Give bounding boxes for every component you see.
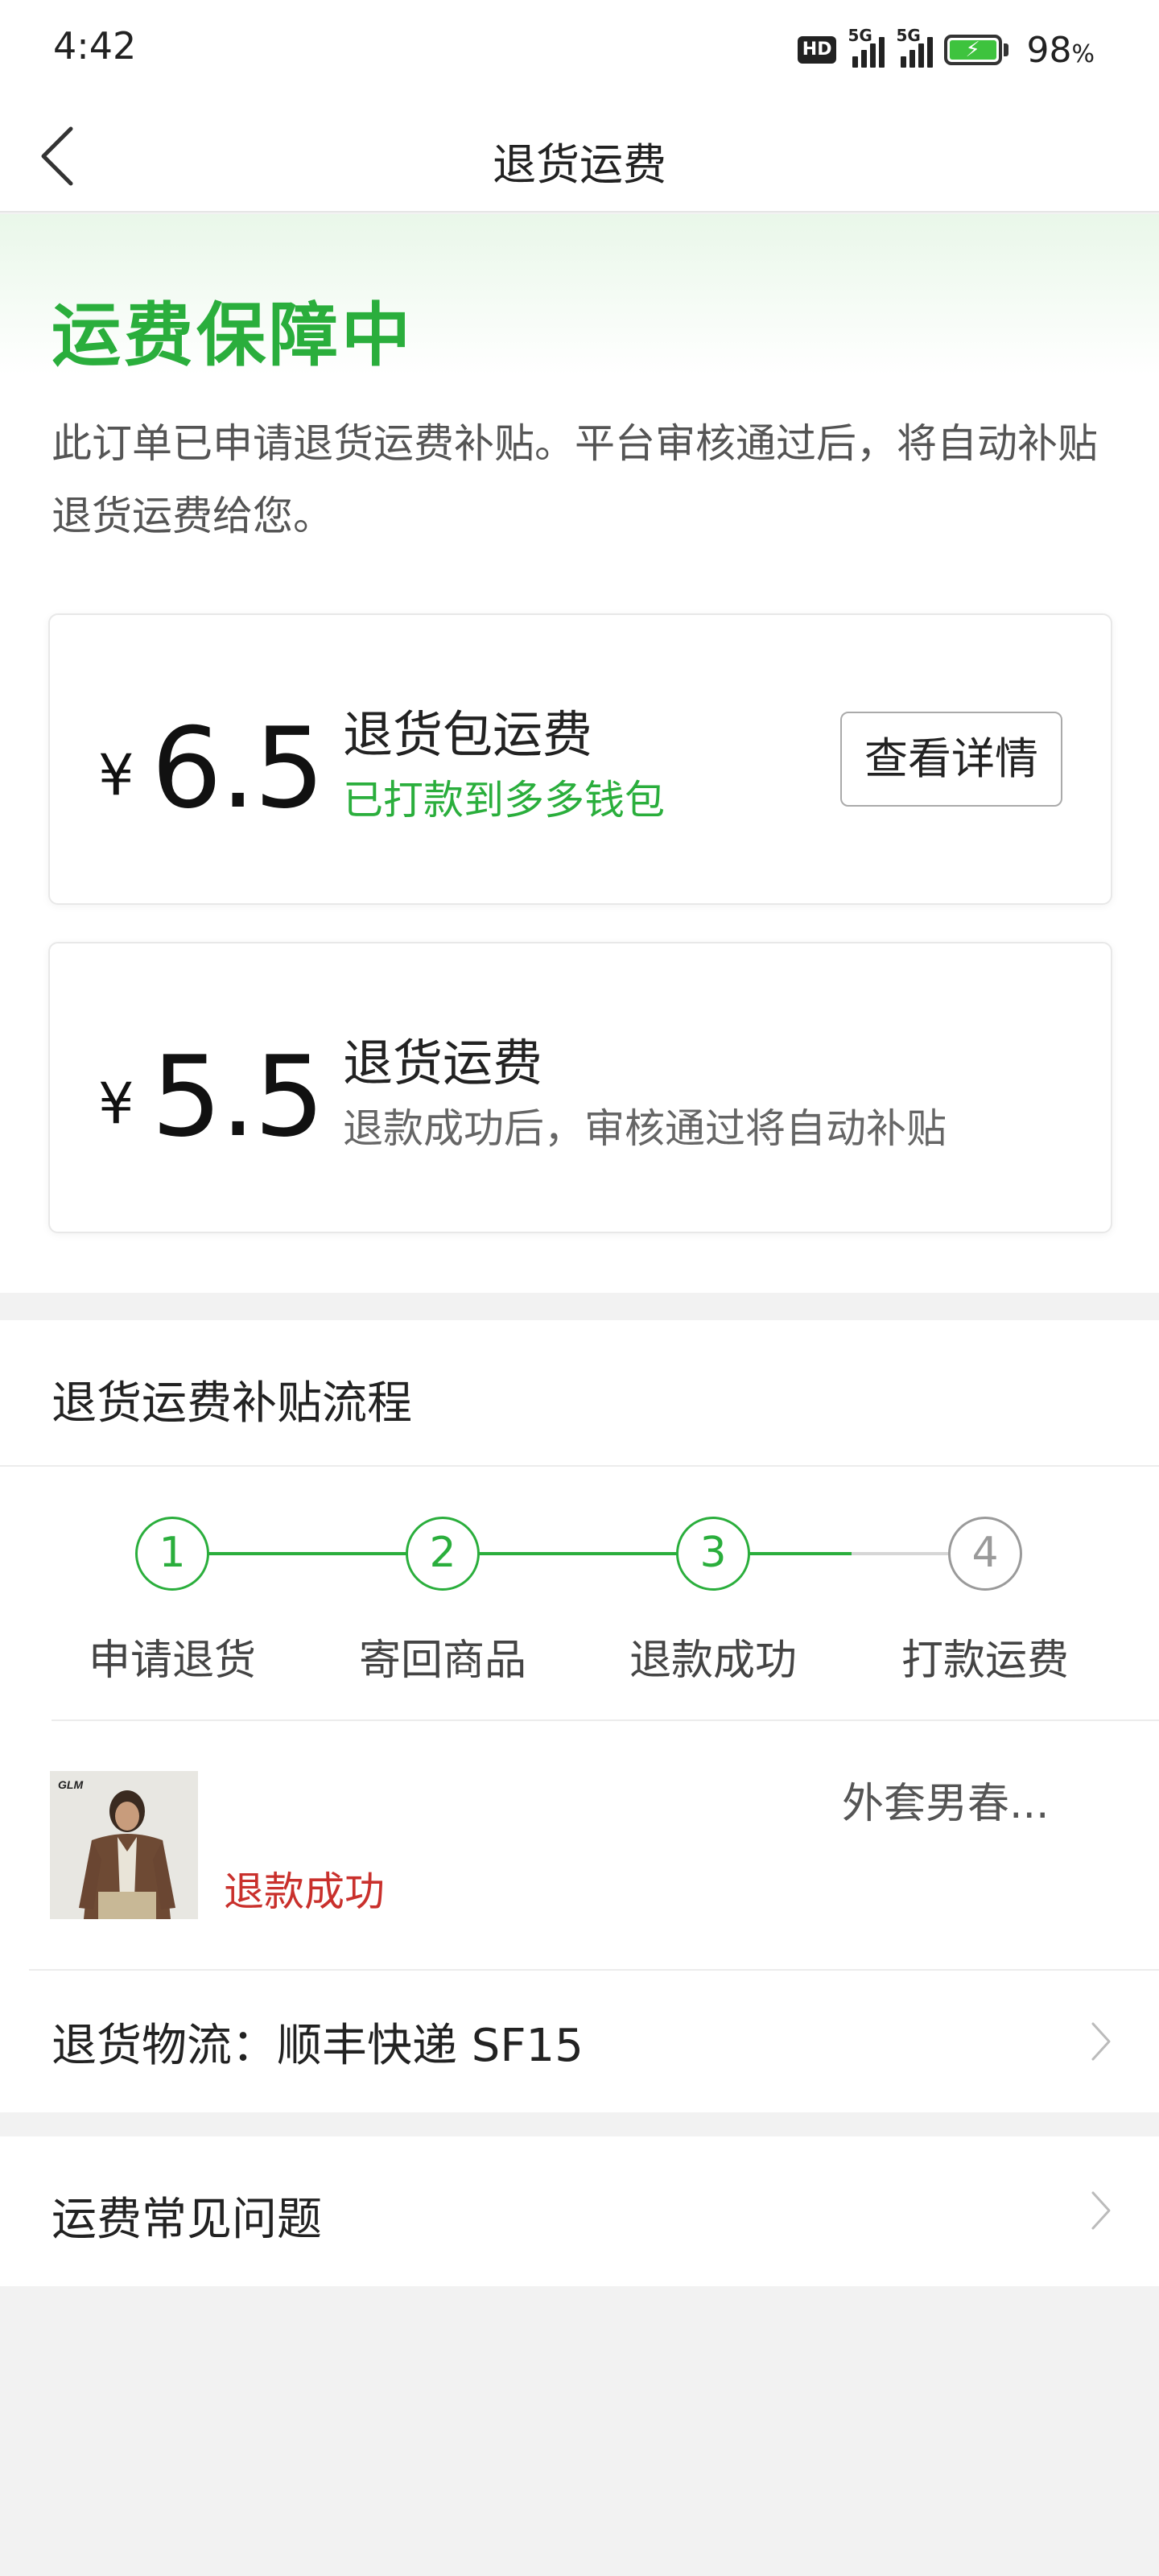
subsidy-process-section: 退货运费补贴流程 1 2 3 4 申请退货 寄回商品 退款成功 打款运费 GLM [0, 1320, 1159, 2112]
step-2-label: 寄回商品 [358, 1637, 526, 1685]
fee-status: 退款成功后，审核通过将自动补贴 [343, 1105, 947, 1152]
fee-amount: 6.5 [151, 704, 324, 833]
chevron-right-icon [1091, 2022, 1111, 2061]
guarantee-title: 运费保障中 [52, 295, 414, 376]
step-1-label: 申请退货 [88, 1637, 256, 1685]
product-image-brand-text: GLM [58, 1778, 83, 1791]
fee-title: 退货包运费 [343, 705, 593, 764]
status-time: 4:42 [53, 24, 137, 68]
signal-icon: 5G [848, 26, 885, 68]
nav-bar: 退货运费 [0, 100, 1159, 213]
product-image[interactable]: GLM [50, 1771, 198, 1919]
hd-badge: HD [797, 36, 837, 64]
battery-level: 98% [1026, 29, 1095, 71]
step-1-circle: 1 [135, 1517, 209, 1591]
network-type-label: 5G [848, 26, 872, 45]
step-3-label: 退款成功 [629, 1637, 797, 1685]
step-2-circle: 2 [406, 1517, 480, 1591]
divider [0, 1465, 1159, 1467]
currency-symbol: ¥ [98, 742, 134, 808]
battery-icon: ⚡ [944, 35, 1009, 65]
step-3-circle: 3 [676, 1517, 750, 1591]
status-indicators: HD 5G 5G ⚡ 98% [797, 26, 1095, 71]
network-type-label: 5G [896, 26, 921, 45]
signal-icon: 5G [896, 26, 934, 68]
refund-status: 退款成功 [224, 1868, 385, 1915]
guarantee-description: 此订单已申请退货运费补贴。平台审核通过后，将自动补贴退货运费给您。 [52, 420, 1098, 539]
process-title: 退货运费补贴流程 [52, 1377, 412, 1430]
process-steps: 1 2 3 4 申请退货 寄回商品 退款成功 打款运费 [0, 1513, 1159, 1685]
return-logistics-text: 退货物流：顺丰快递 SF15 [52, 2020, 584, 2072]
view-details-button[interactable]: 查看详情 [840, 712, 1062, 807]
step-4-label: 打款运费 [901, 1637, 1069, 1685]
page: 4:42 HD 5G 5G ⚡ 98% 退货运费 运费保障中 此订单已申请退货运… [0, 0, 1159, 2576]
step-4-circle: 4 [948, 1517, 1022, 1591]
fee-amount: 5.5 [151, 1032, 324, 1162]
divider [52, 1719, 1159, 1721]
currency-symbol: ¥ [98, 1071, 134, 1137]
return-shipping-fee-card: ¥ 5.5 退货运费 退款成功后，审核通过将自动补贴 [48, 942, 1112, 1233]
return-package-fee-card: ¥ 6.5 退货包运费 已打款到多多钱包 查看详情 [48, 613, 1112, 905]
fee-status: 已打款到多多钱包 [343, 777, 665, 824]
shipping-faq-text: 运费常见问题 [52, 2194, 322, 2246]
fee-title: 退货运费 [343, 1034, 543, 1092]
shipping-faq-row[interactable]: 运费常见问题 [0, 2136, 1159, 2286]
product-name: 外套男春... [842, 1780, 1050, 1828]
return-logistics-row[interactable]: 退货物流：顺丰快递 SF15 [0, 1971, 1159, 2112]
status-bar: 4:42 HD 5G 5G ⚡ 98% [0, 0, 1159, 100]
guarantee-section: 运费保障中 此订单已申请退货运费补贴。平台审核通过后，将自动补贴退货运费给您。 … [0, 214, 1159, 1293]
page-title: 退货运费 [493, 139, 666, 190]
step-connector [852, 1552, 951, 1555]
chevron-right-icon [1091, 2191, 1111, 2230]
